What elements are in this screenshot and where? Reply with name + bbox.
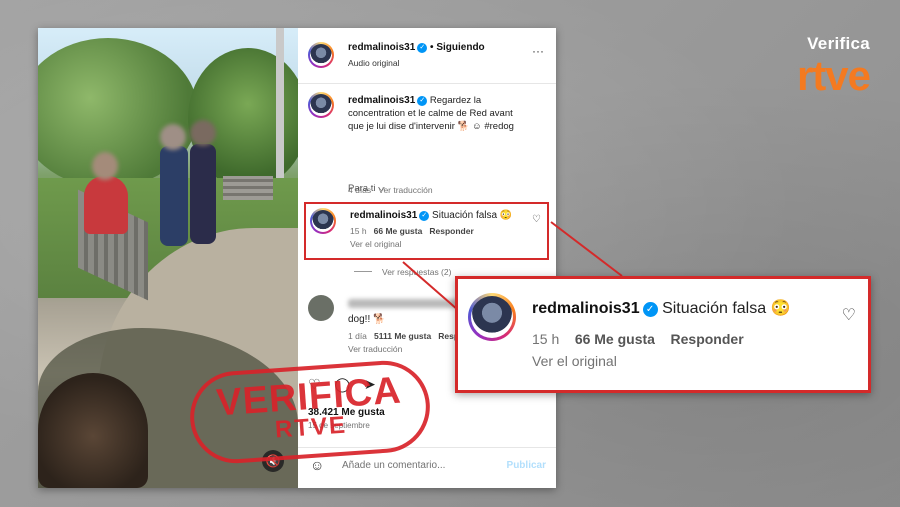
zoomed-comment-callout: redmalinois31 ✓ Situación falsa 😳 15 h 66…: [455, 276, 871, 393]
avatar: [468, 293, 516, 341]
zoom-see-original: Ver el original: [532, 353, 617, 369]
zoom-reply-button: Responder: [670, 331, 744, 347]
zoom-comment-age: 15 h: [532, 331, 560, 347]
verified-badge-icon: ✓: [642, 302, 658, 317]
zoom-connector-lines: [402, 221, 623, 311]
zoom-comment-text: Situación falsa 😳: [662, 300, 791, 317]
zoom-comment-likes: 66 Me gusta: [574, 331, 655, 347]
zoom-username: redmalinois31: [532, 300, 640, 317]
heart-icon: ♡: [841, 307, 856, 324]
